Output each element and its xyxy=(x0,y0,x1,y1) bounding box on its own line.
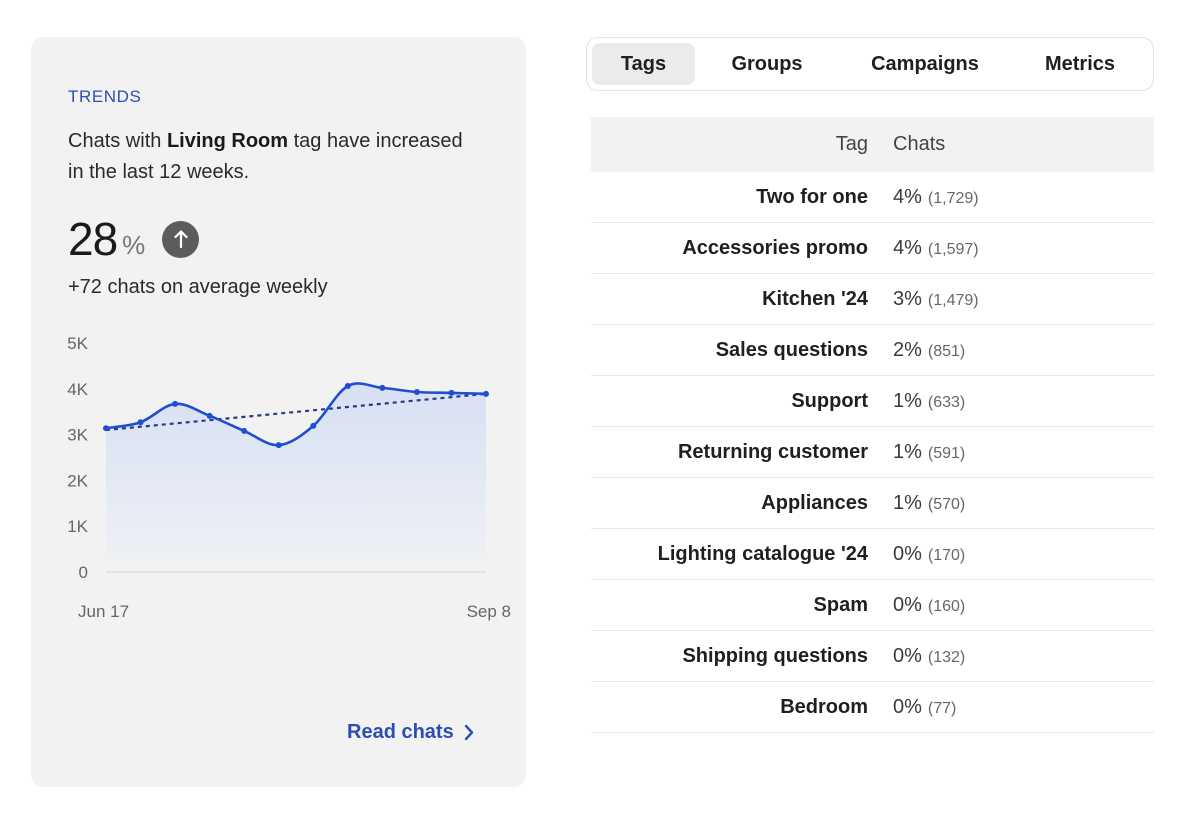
table-row[interactable]: Lighting catalogue '24 0% (170) xyxy=(591,529,1154,580)
row-tag-name: Appliances xyxy=(761,491,868,514)
table-row[interactable]: Bedroom 0% (77) xyxy=(591,682,1154,733)
table-row[interactable]: Kitchen '24 3% (1,479) xyxy=(591,274,1154,325)
row-chats-count: (591) xyxy=(927,444,966,462)
data-point xyxy=(379,384,386,391)
x-tick-label: Sep 8 xyxy=(467,602,511,621)
read-chats-label: Read chats xyxy=(347,721,454,743)
data-point xyxy=(172,400,179,407)
row-chats-percent: 0% xyxy=(893,593,922,616)
y-tick-label: 3K xyxy=(67,426,88,445)
row-chats: 4% (1,729) xyxy=(868,186,979,209)
row-chats-percent: 3% xyxy=(893,287,922,310)
table-row[interactable]: Returning customer 1% (591) xyxy=(591,427,1154,478)
row-chats: 0% (160) xyxy=(868,594,965,617)
row-chats: 4% (1,597) xyxy=(868,237,979,260)
data-point xyxy=(137,419,144,426)
row-chats-count: (132) xyxy=(927,648,966,666)
row-chats-count: (1,597) xyxy=(927,240,979,258)
y-tick-label: 0 xyxy=(79,563,88,582)
row-tag-name: Sales questions xyxy=(715,338,868,361)
row-chats-count: (851) xyxy=(927,342,966,360)
tab-groups[interactable]: Groups xyxy=(712,43,822,85)
row-chats-percent: 0% xyxy=(893,644,922,667)
data-point xyxy=(344,383,351,390)
chevron-right-icon xyxy=(464,724,474,741)
row-chats: 1% (570) xyxy=(868,492,965,515)
table-row[interactable]: Two for one 4% (1,729) xyxy=(591,172,1154,223)
row-chats-percent: 4% xyxy=(893,185,922,208)
table-body: Two for one 4% (1,729) Accessories promo 4% (… xyxy=(591,172,1154,733)
tags-table: Tag Chats Two for one 4% (1,729) Accessorie… xyxy=(591,117,1154,733)
y-tick-label: 5K xyxy=(67,334,88,353)
trend-chart: 0 1K 2K 3K 4K 5K Jun 17 Sep 8 xyxy=(67,334,511,621)
row-tag-name: Bedroom xyxy=(780,695,868,718)
table-row[interactable]: Support 1% (633) xyxy=(591,376,1154,427)
row-chats-percent: 2% xyxy=(893,338,922,361)
x-tick-label: Jun 17 xyxy=(78,602,129,621)
row-chats-percent: 1% xyxy=(893,491,922,514)
row-chats: 1% (591) xyxy=(868,441,965,464)
tab-campaigns[interactable]: Campaigns xyxy=(845,43,1005,85)
row-chats-count: (633) xyxy=(927,393,966,411)
row-chats-count: (77) xyxy=(927,699,957,717)
row-tag-name: Lighting catalogue '24 xyxy=(657,542,868,565)
tab-tags[interactable]: Tags xyxy=(592,43,695,85)
row-tag-name: Shipping questions xyxy=(682,644,868,667)
row-chats-count: (570) xyxy=(927,495,966,513)
row-chats: 1% (633) xyxy=(868,390,965,413)
row-chats-count: (170) xyxy=(927,546,966,564)
row-chats: 0% (170) xyxy=(868,543,965,566)
row-chats-percent: 0% xyxy=(893,695,922,718)
data-point xyxy=(483,390,489,397)
row-tag-name: Two for one xyxy=(756,185,868,208)
row-tag-name: Accessories promo xyxy=(682,236,868,259)
tab-metrics[interactable]: Metrics xyxy=(1005,43,1155,85)
data-point xyxy=(413,389,420,396)
row-tag-name: Kitchen '24 xyxy=(762,287,868,310)
row-chats-count: (1,479) xyxy=(927,291,979,309)
data-point xyxy=(103,425,109,432)
tab-bar: Tags Groups Campaigns Metrics xyxy=(586,37,1154,91)
data-point xyxy=(241,427,248,434)
data-point xyxy=(206,412,213,419)
column-header-chats[interactable]: Chats xyxy=(868,133,945,156)
table-row[interactable]: Appliances 1% (570) xyxy=(591,478,1154,529)
trends-card: TRENDS Chats with Living Room tag have i… xyxy=(31,37,526,787)
table-header: Tag Chats xyxy=(591,117,1154,172)
column-header-tag[interactable]: Tag xyxy=(591,133,868,156)
y-tick-label: 1K xyxy=(67,517,88,536)
row-chats: 3% (1,479) xyxy=(868,288,979,311)
read-chats-link[interactable]: Read chats xyxy=(347,721,474,744)
data-point xyxy=(310,422,317,429)
data-point xyxy=(448,389,455,396)
row-chats: 2% (851) xyxy=(868,339,965,362)
row-chats-count: (1,729) xyxy=(927,189,979,207)
table-row[interactable]: Sales questions 2% (851) xyxy=(591,325,1154,376)
table-row[interactable]: Accessories promo 4% (1,597) xyxy=(591,223,1154,274)
y-tick-label: 4K xyxy=(67,380,88,399)
row-chats-percent: 0% xyxy=(893,542,922,565)
y-tick-label: 2K xyxy=(67,471,88,490)
row-chats-percent: 1% xyxy=(893,440,922,463)
row-tag-name: Spam xyxy=(813,593,868,616)
row-chats-percent: 1% xyxy=(893,389,922,412)
row-chats-percent: 4% xyxy=(893,236,922,259)
row-chats: 0% (132) xyxy=(868,645,965,668)
table-row[interactable]: Spam 0% (160) xyxy=(591,580,1154,631)
row-chats-count: (160) xyxy=(927,597,966,615)
row-tag-name: Support xyxy=(791,389,868,412)
row-tag-name: Returning customer xyxy=(677,440,868,463)
row-chats: 0% (77) xyxy=(868,696,956,719)
table-row[interactable]: Shipping questions 0% (132) xyxy=(591,631,1154,682)
data-point xyxy=(275,442,282,449)
